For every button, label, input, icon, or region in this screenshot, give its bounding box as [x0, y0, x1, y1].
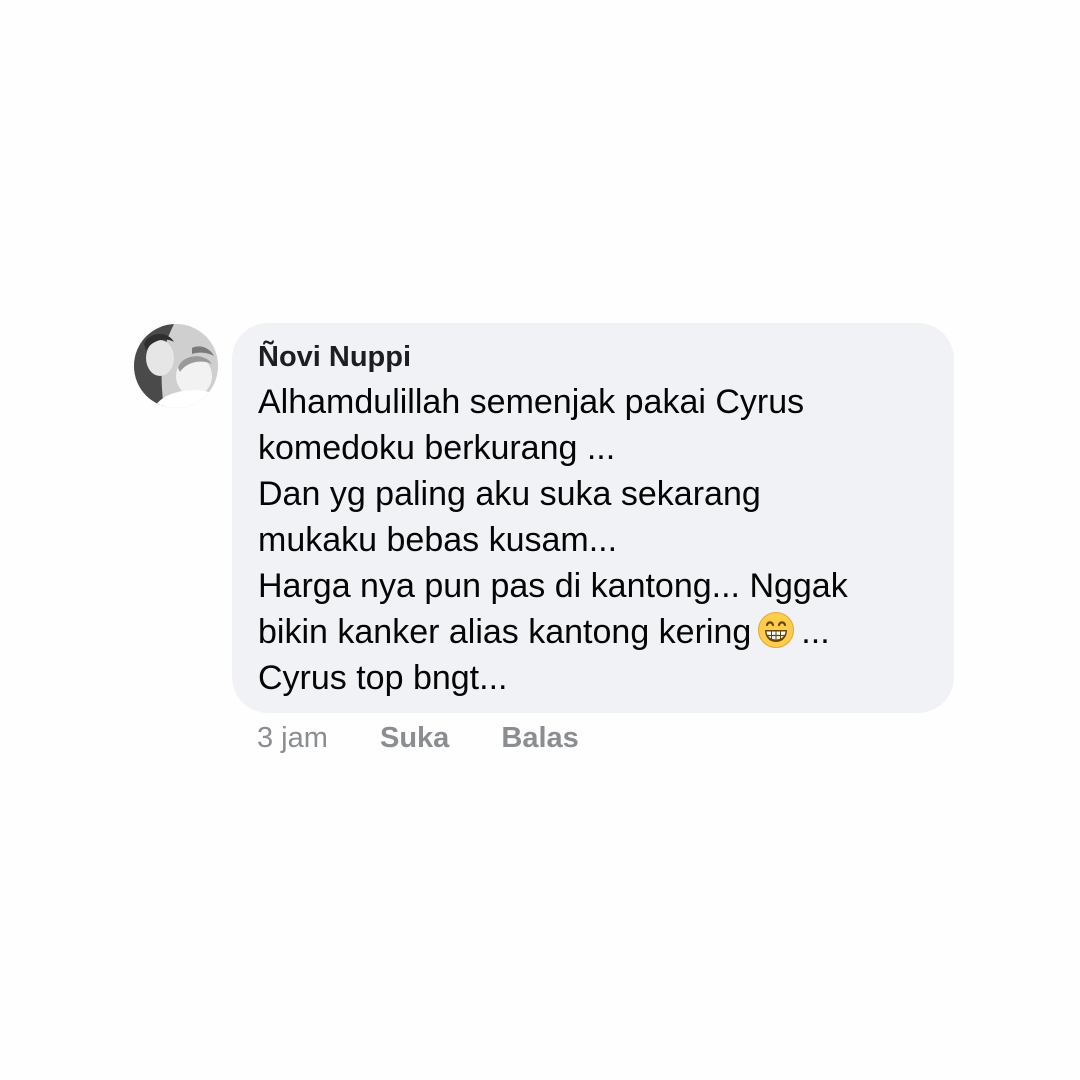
comment-line: Cyrus top bngt... [258, 659, 508, 697]
comment-line: mukaku bebas kusam... [258, 521, 618, 559]
avatar[interactable] [134, 324, 218, 408]
comment-line-with-emoji: bikin kanker alias kantong kering ... [258, 609, 928, 655]
comment-author[interactable]: Ñovi Nuppi [258, 337, 928, 377]
comment-body: Alhamdulillah semenjak pakai Cyrus komed… [258, 379, 928, 701]
comment-line-trailing-text: ... [801, 613, 830, 651]
comment-screenshot: Ñovi Nuppi Alhamdulillah semenjak pakai … [0, 0, 1080, 1080]
grinning-face-emoji-icon [757, 611, 795, 649]
comment-line: Alhamdulillah semenjak pakai Cyrus [258, 383, 805, 421]
like-button[interactable]: Suka [380, 718, 449, 758]
comment-line: Harga nya pun pas di kantong... Nggak [258, 567, 848, 605]
avatar-photo [134, 324, 218, 408]
comment-actions: 3 jam Suka Balas [257, 718, 579, 758]
comment-timestamp[interactable]: 3 jam [257, 718, 328, 758]
comment-line: komedoku berkurang ... [258, 429, 616, 467]
comment-bubble: Ñovi Nuppi Alhamdulillah semenjak pakai … [232, 323, 954, 713]
comment-line: Dan yg paling aku suka sekarang [258, 475, 761, 513]
reply-button[interactable]: Balas [501, 718, 578, 758]
comment-line-text: bikin kanker alias kantong kering [258, 613, 752, 651]
